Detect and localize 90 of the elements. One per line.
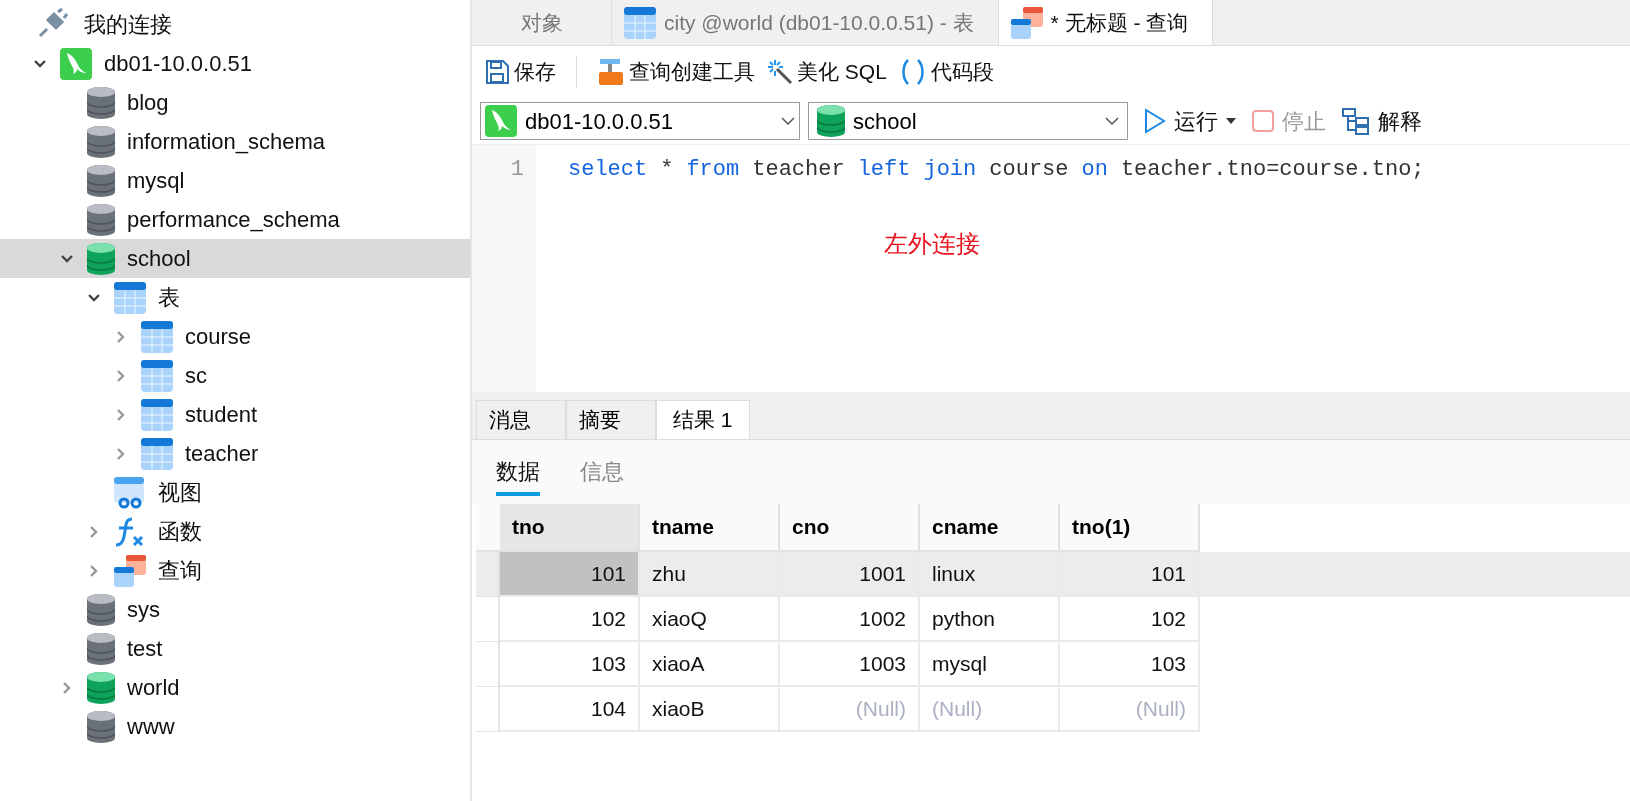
chevron-down-icon (1105, 116, 1119, 126)
tree-item[interactable]: school (0, 239, 470, 278)
sql-keyword: on (1081, 156, 1108, 184)
sql-keyword: select (568, 156, 648, 184)
column-header[interactable]: tno(1) (1060, 504, 1200, 552)
table-icon (141, 398, 173, 431)
table-cell: 101 (500, 552, 640, 597)
save-icon (484, 59, 510, 85)
tree-item[interactable]: teacher (0, 434, 470, 473)
dolphin-icon (60, 47, 92, 80)
database-select[interactable]: school (808, 102, 1128, 140)
tree-item[interactable]: 表 (0, 278, 470, 317)
result-tab[interactable]: 结果 1 (656, 400, 750, 439)
sql-keyword: from (686, 156, 740, 184)
tree-item[interactable]: test (0, 629, 470, 668)
builder-icon (597, 58, 625, 86)
database-icon (87, 632, 115, 665)
query-icon (1010, 6, 1043, 39)
annotation: 左外连接 (884, 229, 980, 259)
function-icon (114, 515, 146, 548)
sql-token: teacher (752, 156, 845, 184)
dropdown-caret-icon (1226, 118, 1236, 124)
play-icon (1144, 108, 1166, 134)
table-cell: (Null) (920, 687, 1060, 732)
toolbar-button[interactable]: 查询创建工具 (597, 56, 755, 88)
result-tab[interactable]: 摘要 (566, 400, 656, 439)
sidebar-title: 我的连接 (84, 10, 172, 39)
sql-editor[interactable]: 1 select * from teacher left join course on teacher.tno=course.tno; 左外连接 (472, 144, 1630, 392)
database-icon (87, 710, 115, 743)
tree-item[interactable]: information_schema (0, 122, 470, 161)
connection-select[interactable]: db01-10.0.0.51 (480, 102, 800, 140)
tree-item[interactable]: 查询 (0, 551, 470, 590)
plug-icon (36, 8, 68, 40)
database-icon (817, 105, 845, 137)
table-cell: (Null) (1060, 687, 1200, 732)
action-button[interactable]: 运行 (1144, 104, 1236, 138)
tree-item[interactable]: student (0, 395, 470, 434)
sql-token: teacher.tno=course.tno; (1120, 156, 1425, 184)
sql-token: * (660, 156, 674, 184)
tree-item[interactable]: blog (0, 83, 470, 122)
table-cell: 104 (500, 687, 640, 732)
magic-wand-icon (767, 59, 793, 85)
tab[interactable]: city @world (db01-10.0.0.51) - 表 (612, 0, 999, 45)
tree-item[interactable]: www (0, 707, 470, 746)
database-icon (87, 593, 115, 626)
chevron-down-icon (781, 116, 795, 126)
tree-item[interactable]: world (0, 668, 470, 707)
tree-item[interactable]: sc (0, 356, 470, 395)
table-icon (141, 320, 173, 353)
column-header[interactable]: tno (500, 504, 640, 552)
sql-token: course (989, 156, 1069, 184)
toolbar-button[interactable]: 美化 SQL (767, 56, 887, 88)
column-header[interactable]: cno (780, 504, 920, 552)
tree-item[interactable]: db01-10.0.0.51 (0, 44, 470, 83)
database-icon (87, 203, 115, 236)
tree-item[interactable]: mysql (0, 161, 470, 200)
sub-tab[interactable]: 数据 (496, 455, 540, 496)
result-tab[interactable]: 消息 (476, 400, 566, 439)
line-number: 1 (510, 156, 524, 184)
sql-keyword: left (857, 156, 911, 184)
database-icon (87, 671, 115, 704)
stop-icon (1252, 110, 1274, 132)
explain-icon (1342, 107, 1370, 135)
table-cell: xiaoB (640, 687, 780, 732)
database-icon (87, 242, 115, 275)
table-icon (141, 437, 173, 470)
tree-item[interactable]: course (0, 317, 470, 356)
tree-item[interactable]: performance_schema (0, 200, 470, 239)
tree-item[interactable]: 函数 (0, 512, 470, 551)
table-cell: (Null) (780, 687, 920, 732)
table-icon (114, 281, 146, 314)
table-icon (141, 359, 173, 392)
tab[interactable]: * 无标题 - 查询 (998, 0, 1214, 45)
database-icon (87, 125, 115, 158)
tree-item[interactable]: sys (0, 590, 470, 629)
toolbar-button[interactable]: 代码段 (898, 56, 994, 88)
database-icon (87, 86, 115, 119)
dolphin-icon (485, 105, 517, 137)
table-edit-icon (624, 6, 656, 39)
action-button[interactable]: 解释 (1342, 104, 1422, 138)
query-icon (114, 554, 146, 587)
toolbar-button[interactable]: 保存 (484, 56, 556, 88)
tab[interactable]: 对象 (472, 0, 612, 45)
database-icon (87, 164, 115, 197)
column-header[interactable]: cname (920, 504, 1060, 552)
view-icon (114, 476, 146, 509)
column-header[interactable]: tname (640, 504, 780, 552)
sql-keyword: join (923, 156, 977, 184)
table-row[interactable]: 101 zhu 1001 linux 101 (476, 552, 1630, 597)
tree-item[interactable]: 视图 (0, 473, 470, 512)
